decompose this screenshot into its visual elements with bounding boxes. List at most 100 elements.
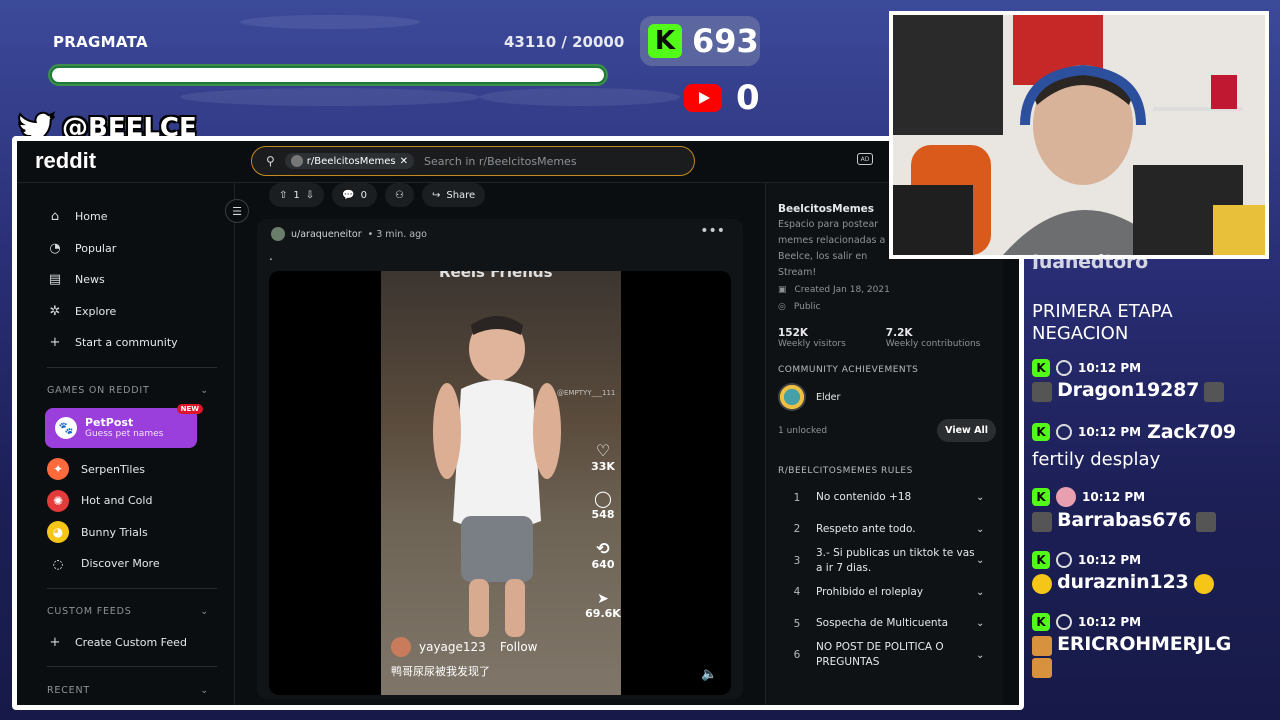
games-header-label: GAMES ON REDDIT	[47, 385, 150, 396]
post-author[interactable]: u/araqueneitor	[291, 229, 362, 240]
goal-title: PRAGMATA	[53, 33, 148, 51]
game-item-hot-and-cold[interactable]: ✺ Hot and Cold	[47, 485, 234, 517]
reddit-window: reddit ⚲ r/BeelcitosMemes ✕ Search in r/…	[12, 136, 1024, 710]
rule-item[interactable]: 1 No contenido +18 ⌄	[778, 482, 996, 514]
kick-badge-icon: K	[1032, 613, 1050, 631]
kick-badge-icon: K	[1032, 551, 1050, 569]
upvote-icon[interactable]: ⇧	[279, 190, 287, 201]
search-bar[interactable]: ⚲ r/BeelcitosMemes ✕ Search in r/Beelcit…	[251, 146, 695, 176]
search-input[interactable]: Search in r/BeelcitosMemes	[424, 155, 577, 168]
sidebar-item-home[interactable]: ⌂ Home	[47, 201, 234, 233]
rule-text: Prohibido el roleplay	[816, 585, 924, 598]
rule-number: 4	[793, 586, 801, 599]
visibility: ◎ Public	[778, 298, 1003, 315]
rule-item[interactable]: 2 Respeto ante todo. ⌄	[778, 514, 996, 546]
game-item-serpentiles[interactable]: ✦ SerpenTiles	[47, 454, 234, 486]
sidebar-item-news[interactable]: ▤ News	[47, 264, 234, 296]
achievement-item[interactable]: Elder	[778, 383, 1003, 411]
downvote-icon[interactable]: ⇩	[306, 190, 314, 201]
chat-username: duraznin123	[1057, 571, 1189, 593]
video-share-button[interactable]: ➤ 69.6K	[585, 591, 621, 620]
view-all-button[interactable]: View All	[937, 419, 996, 442]
news-icon: ▤	[48, 272, 62, 288]
goal-progress-bar	[48, 64, 608, 86]
petpost-subtitle: Guess pet names	[85, 429, 164, 439]
rule-item[interactable]: 3 3.- Si publicas un tiktok te vas a ir 7…	[778, 545, 996, 577]
custom-feeds-header[interactable]: CUSTOM FEEDS ⌄	[47, 597, 209, 627]
left-sidebar: ⌂ Home ◔ Popular ▤ News ✲ Explore + Start a commu…	[17, 183, 235, 705]
chat-meta: K 10:12 PM	[1032, 359, 1268, 377]
video-share-count: 69.6K	[585, 607, 621, 620]
award-icon: ⚇	[394, 189, 404, 201]
sidebar-item-popular[interactable]: ◔ Popular	[47, 233, 234, 265]
comments-button[interactable]: 💬 0	[332, 183, 377, 207]
sidebar-item-explore[interactable]: ✲ Explore	[47, 296, 234, 328]
advertise-icon[interactable]: AD	[857, 153, 873, 165]
vote-control[interactable]: ⇧ 1 ⇩	[269, 183, 325, 207]
community-filter-chip[interactable]: r/BeelcitosMemes ✕	[284, 153, 415, 169]
new-badge: NEW	[176, 403, 203, 414]
chevron-down-icon: ⌄	[200, 684, 209, 696]
created-text: Created Jan 18, 2021	[794, 284, 890, 295]
sidebar-item-label: News	[75, 273, 105, 287]
dog-emote-icon	[1032, 635, 1052, 656]
chip-close-icon[interactable]: ✕	[400, 156, 408, 167]
search-icon: ⚲	[266, 154, 275, 168]
rule-number: 3	[793, 554, 801, 567]
share-icon: ↪	[431, 189, 441, 201]
rule-item[interactable]: 6 NO POST DE POLITICA O PREGUNTAS ⌄	[778, 640, 996, 672]
rule-text: NO POST DE POLITICA O PREGUNTAS	[816, 641, 944, 669]
sidebar-item-label: Home	[75, 210, 108, 224]
video-top-text: Reels Friends	[439, 271, 553, 281]
chat-user: Barrabas676	[1032, 509, 1268, 532]
post-action-bar: ⇧ 1 ⇩ 💬 0 ⚇ ↪ Share	[269, 183, 486, 207]
game-item-bunny-trials[interactable]: ◕ Bunny Trials	[47, 517, 234, 549]
video-comment-button[interactable]: ◯ 548	[585, 489, 621, 521]
rule-text: Respeto ante todo.	[816, 522, 916, 535]
video-watermark: @EMPTYY___111	[557, 389, 616, 397]
games-section-header[interactable]: GAMES ON REDDIT ⌄	[47, 376, 209, 406]
petpost-game[interactable]: 🐾 PetPost Guess pet names NEW	[45, 403, 203, 448]
chat-message: K 10:12 PM Barrabas676	[1032, 487, 1268, 532]
chevron-down-icon: ⌄	[976, 586, 985, 598]
rule-item[interactable]: 5 Sospecha de Multicuenta ⌄	[778, 608, 996, 640]
video-repost-button[interactable]: ⟲ 640	[585, 539, 621, 571]
share-button[interactable]: ↪ Share	[421, 183, 486, 207]
vote-count: 1	[293, 189, 300, 201]
repost-count: 640	[591, 558, 615, 571]
video-follow: Follow	[499, 640, 538, 654]
kick-logo-icon: K	[648, 24, 682, 58]
chat-meta: K 10:12 PM	[1032, 613, 1268, 631]
sidebar-item-label: Popular	[75, 241, 117, 255]
chat-username: Barrabas676	[1057, 509, 1192, 531]
chat-time: 10:12 PM	[1078, 615, 1142, 629]
chat-meta: K 10:12 PM Zack709	[1032, 421, 1268, 443]
chevron-down-icon: ⌄	[976, 618, 985, 630]
game-label: Discover More	[81, 557, 160, 571]
cloud	[240, 15, 420, 29]
kick-viewer-count: K 693	[640, 16, 760, 66]
rule-item[interactable]: 4 Prohibido el roleplay ⌄	[778, 577, 996, 609]
author-avatar[interactable]	[271, 227, 285, 241]
collapse-sidebar-button[interactable]: ☰	[225, 199, 249, 223]
user-avatar	[1056, 487, 1076, 507]
rule-number: 1	[793, 491, 801, 504]
award-button[interactable]: ⚇	[384, 183, 414, 207]
more-options-icon[interactable]: •••	[700, 223, 725, 239]
sidebar-item-start-a-community[interactable]: + Start a community	[47, 327, 234, 359]
reddit-logo[interactable]: reddit	[35, 148, 96, 174]
cloud	[480, 88, 680, 106]
create-custom-feed[interactable]: + Create Custom Feed	[47, 627, 234, 659]
chat-message: K 10:12 PM duraznin123	[1032, 551, 1268, 594]
video-like-button[interactable]: ♡ 33K	[585, 441, 621, 473]
chevron-down-icon: ⌄	[976, 649, 985, 661]
divider	[47, 666, 217, 667]
recent-header[interactable]: RECENT ⌄	[47, 675, 209, 705]
kick-count: 693	[692, 22, 759, 60]
volume-icon[interactable]: 🔈	[701, 667, 719, 685]
game-item-discover-more[interactable]: ◌ Discover More	[47, 548, 234, 580]
user-avatar	[1204, 381, 1225, 402]
video-player[interactable]: Reels Friends @EMPTYY___111 ♡ 33K ◯ 548 ⟲ 6…	[269, 271, 731, 695]
weekly-contrib-value: 7.2K	[885, 327, 913, 339]
community-chip-label: r/BeelcitosMemes	[306, 155, 396, 167]
